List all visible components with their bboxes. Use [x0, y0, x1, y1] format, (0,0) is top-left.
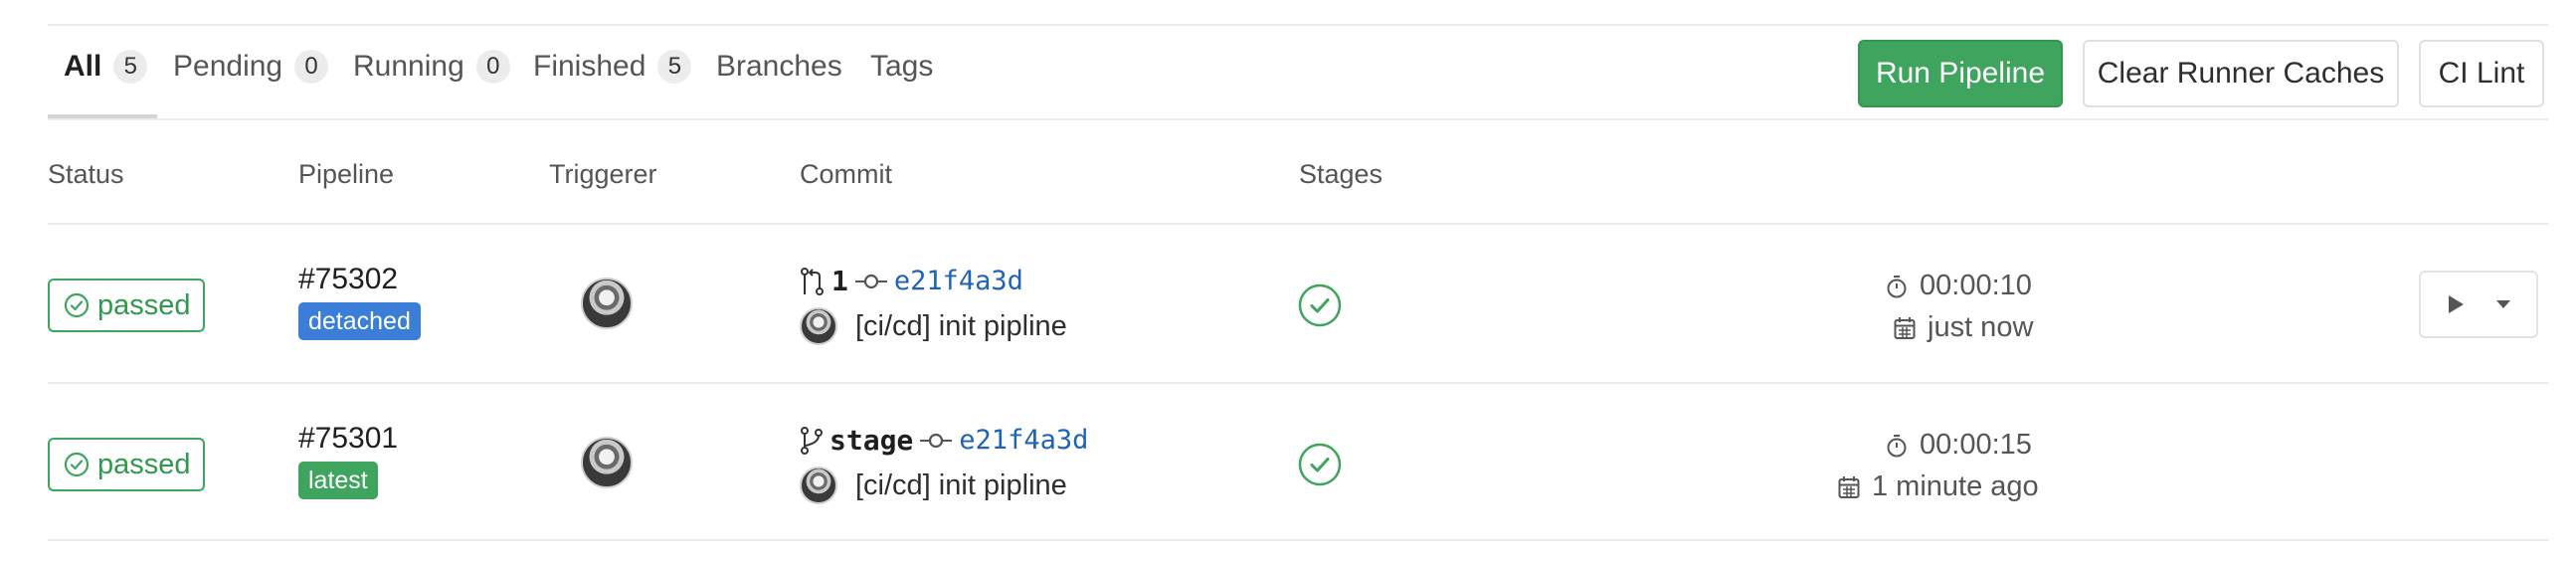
manual-actions-dropdown[interactable] — [2419, 271, 2538, 338]
tab-running[interactable]: Running 0 — [353, 50, 510, 84]
commit-ref-link[interactable]: 1 — [831, 265, 848, 297]
header-triggerer: Triggerer — [549, 159, 657, 189]
tab-all[interactable]: All 5 — [64, 50, 148, 84]
play-icon — [2448, 295, 2464, 313]
header-status: Status — [48, 159, 124, 189]
status-badge[interactable]: passed — [48, 438, 205, 491]
pipeline-label-detached: detached — [298, 302, 421, 340]
status-badge-label: passed — [97, 288, 191, 321]
header-pipeline: Pipeline — [298, 159, 395, 189]
tab-pending-count: 0 — [294, 50, 329, 84]
triggerer-avatar[interactable] — [581, 437, 633, 488]
header-divider — [48, 223, 2548, 225]
pipeline-duration: 00:00:10 — [1886, 270, 2032, 302]
stage-success-icon[interactable] — [1297, 282, 1343, 328]
calendar-icon — [1838, 475, 1860, 498]
pipeline-finished-time: just now — [1894, 311, 2033, 344]
tab-finished-label: Finished — [533, 50, 646, 83]
header-stages: Stages — [1299, 159, 1383, 189]
tab-tags-label: Tags — [870, 50, 934, 83]
duration-text: 00:00:15 — [1920, 429, 2032, 461]
top-divider — [48, 24, 2548, 26]
status-success-icon — [64, 452, 90, 477]
commit-ref-line: 1 e21f4a3d — [800, 265, 1023, 297]
pipeline-id-link[interactable]: #75301 — [298, 422, 398, 456]
triggerer-avatar[interactable] — [581, 278, 633, 329]
tab-pending[interactable]: Pending 0 — [173, 50, 329, 84]
commit-sha-link[interactable]: e21f4a3d — [894, 266, 1023, 296]
tab-pending-label: Pending — [173, 50, 283, 83]
stage-success-icon[interactable] — [1297, 442, 1343, 487]
tabs-divider — [48, 118, 2548, 120]
commit-sha-link[interactable]: e21f4a3d — [959, 425, 1088, 456]
tab-finished-count: 5 — [657, 50, 692, 84]
commit-ref-link[interactable]: stage — [829, 424, 913, 457]
status-badge-label: passed — [97, 448, 191, 480]
clear-runner-caches-button[interactable]: Clear Runner Caches — [2083, 40, 2399, 107]
status-success-icon — [64, 292, 90, 318]
timer-icon — [1887, 434, 1907, 457]
tab-running-label: Running — [353, 50, 464, 83]
duration-text: 00:00:10 — [1920, 270, 2032, 301]
commit-icon — [920, 433, 953, 448]
status-badge[interactable]: passed — [48, 279, 205, 332]
pipeline-finished-time: 1 minute ago — [1838, 470, 2039, 503]
tab-all-label: All — [64, 50, 102, 83]
calendar-icon — [1894, 316, 1916, 339]
row-divider — [48, 539, 2548, 541]
commit-icon — [854, 274, 887, 288]
commit-author-avatar[interactable] — [800, 307, 837, 345]
timer-icon — [1887, 275, 1907, 297]
tab-all-count: 5 — [113, 50, 148, 84]
tab-tags[interactable]: Tags — [870, 50, 933, 84]
header-commit: Commit — [800, 159, 892, 189]
commit-message-link[interactable]: [ci/cd] init pipline — [855, 469, 1067, 502]
branch-icon — [801, 426, 823, 455]
tab-running-count: 0 — [475, 50, 510, 84]
run-pipeline-button[interactable]: Run Pipeline — [1858, 40, 2063, 107]
row-divider — [48, 382, 2548, 384]
merge-request-icon — [801, 267, 824, 295]
tab-finished[interactable]: Finished 5 — [533, 50, 692, 84]
finished-time-text: just now — [1928, 311, 2034, 343]
commit-message-link[interactable]: [ci/cd] init pipline — [855, 310, 1067, 343]
finished-time-text: 1 minute ago — [1872, 470, 2039, 502]
ci-lint-button[interactable]: CI Lint — [2419, 40, 2544, 107]
pipeline-id-link[interactable]: #75302 — [298, 263, 398, 296]
commit-author-avatar[interactable] — [800, 467, 837, 504]
pipeline-label-latest: latest — [298, 462, 378, 499]
tab-branches[interactable]: Branches — [716, 50, 842, 84]
chevron-down-icon — [2495, 300, 2510, 308]
commit-ref-line: stage e21f4a3d — [800, 424, 1088, 457]
pipeline-duration: 00:00:15 — [1886, 429, 2032, 462]
tab-branches-label: Branches — [716, 50, 842, 83]
